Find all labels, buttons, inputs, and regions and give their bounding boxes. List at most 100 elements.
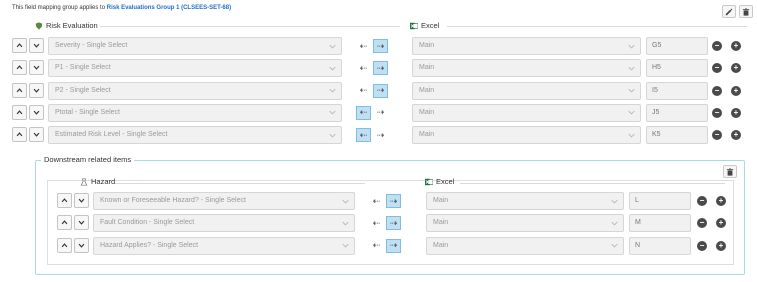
sync-right-arrow-button[interactable]: ⇢ [373,39,388,53]
move-down-button[interactable] [29,38,44,53]
remove-row-button[interactable]: − [712,107,722,118]
target-column-input[interactable]: N [629,236,691,255]
sync-left-arrow-button[interactable]: ⇠ [356,128,371,143]
add-row-button[interactable]: + [731,85,741,96]
source-field-select[interactable]: Known or Foreseeable Hazard? - Single Se… [93,192,355,210]
target-column-input[interactable]: J5 [646,103,708,122]
move-down-button[interactable] [29,82,44,98]
target-sheet-select[interactable]: Main [426,192,624,210]
source-field-value: Estimated Risk Level - Single Select [55,131,168,139]
risk-evaluation-icon [35,21,43,30]
chevron-up-icon [16,110,23,115]
target-sheet-select[interactable]: Main [426,214,624,233]
source-field-select[interactable]: P1 - Single Select [48,59,342,78]
target-sheet-select[interactable]: Main [412,37,641,55]
move-down-button[interactable] [74,193,89,208]
chevron-up-icon [61,198,68,203]
chevron-down-icon [341,238,350,254]
sync-right-arrow-button[interactable]: ⇢ [386,194,401,208]
source-header-rule [100,26,400,27]
add-row-button[interactable]: + [731,41,741,51]
add-row-button[interactable]: + [716,240,726,251]
sync-left-arrow-button[interactable]: ⇠ [356,84,371,98]
sync-right-arrow-button[interactable]: ⇢ [386,238,401,253]
downstream-target-rule [460,183,725,184]
target-column-input[interactable]: H5 [646,59,708,78]
move-up-button[interactable] [12,60,27,76]
target-column-input[interactable]: I5 [646,81,708,100]
move-up-button[interactable] [12,127,27,143]
hazard-header-rule [115,183,365,184]
excel-icon [425,178,433,186]
remove-row-button[interactable]: − [712,130,722,141]
remove-row-button[interactable]: − [697,240,707,251]
sync-left-arrow-button[interactable]: ⇠ [369,239,384,253]
chevron-down-icon [33,132,40,137]
chevron-down-icon [341,193,350,209]
target-sheet-select[interactable]: Main [426,236,624,255]
source-field-select[interactable]: Hazard Applies? - Single Select [93,236,355,255]
target-sheet-select[interactable]: Main [412,103,641,122]
chevron-down-icon [78,198,85,203]
add-row-button[interactable]: + [731,107,741,118]
target-header-rule [447,26,747,27]
downstream-legend: Downstream related items [41,155,135,164]
move-down-button[interactable] [29,104,44,120]
sync-left-arrow-button[interactable]: ⇠ [369,216,384,230]
target-column-input[interactable]: M [629,214,691,233]
target-sheet-select[interactable]: Main [412,59,641,78]
chevron-down-icon [627,127,636,143]
move-up-button[interactable] [12,82,27,98]
source-field-value: Fault Condition - Single Select [100,219,195,227]
remove-row-button[interactable]: − [712,41,722,51]
target-column-input[interactable]: G5 [646,37,708,55]
edit-button[interactable] [722,5,736,18]
source-field-select[interactable]: P2 - Single Select [48,81,342,100]
chevron-down-icon [33,66,40,71]
remove-row-button[interactable]: − [712,85,722,96]
target-sheet-select[interactable]: Main [412,81,641,100]
move-up-button[interactable] [57,237,72,253]
chevron-up-icon [16,43,23,48]
move-up-button[interactable] [57,193,72,208]
sync-right-arrow-button[interactable]: ⇢ [386,216,401,231]
move-up-button[interactable] [12,104,27,120]
target-column-input[interactable]: K5 [646,126,708,145]
source-field-select[interactable]: Severity - Single Select [48,37,342,55]
chevron-down-icon [328,105,337,121]
remove-row-button[interactable]: − [712,63,722,74]
sync-right-arrow-button[interactable]: ⇢ [373,128,388,142]
source-field-select[interactable]: Ptotal - Single Select [48,103,342,122]
move-down-button[interactable] [29,127,44,143]
source-header: Risk Evaluation [35,21,98,30]
chevron-down-icon [610,193,619,209]
add-row-button[interactable]: + [731,63,741,74]
group-link[interactable]: Risk Evaluations Group 1 (CLSEES-SET-68) [107,5,231,11]
move-down-button[interactable] [74,237,89,253]
target-column-input[interactable]: L [629,192,691,210]
add-row-button[interactable]: + [716,196,726,206]
sync-right-arrow-button[interactable]: ⇢ [373,106,388,120]
chevron-down-icon [610,238,619,254]
add-row-button[interactable]: + [731,130,741,141]
target-sheet-select[interactable]: Main [412,126,641,145]
sync-left-arrow-button[interactable]: ⇠ [356,39,371,53]
remove-row-button[interactable]: − [697,196,707,206]
source-field-select[interactable]: Estimated Risk Level - Single Select [48,126,342,145]
sync-left-arrow-button[interactable]: ⇠ [369,194,384,208]
chevron-down-icon [33,110,40,115]
move-up-button[interactable] [57,215,72,231]
downstream-delete-button[interactable] [723,165,737,178]
move-down-button[interactable] [74,215,89,231]
sync-right-arrow-button[interactable]: ⇢ [373,83,388,98]
target-sheet-value: Main [419,64,435,72]
move-up-button[interactable] [12,38,27,53]
chevron-down-icon [627,83,636,99]
scope-prefix: This field mapping group applies to [12,5,106,11]
sync-left-arrow-button[interactable]: ⇠ [356,61,371,75]
delete-button[interactable] [739,5,753,18]
move-down-button[interactable] [29,60,44,76]
sync-right-arrow-button[interactable]: ⇢ [373,61,388,76]
source-field-select[interactable]: Fault Condition - Single Select [93,214,355,233]
sync-left-arrow-button[interactable]: ⇠ [356,105,371,120]
